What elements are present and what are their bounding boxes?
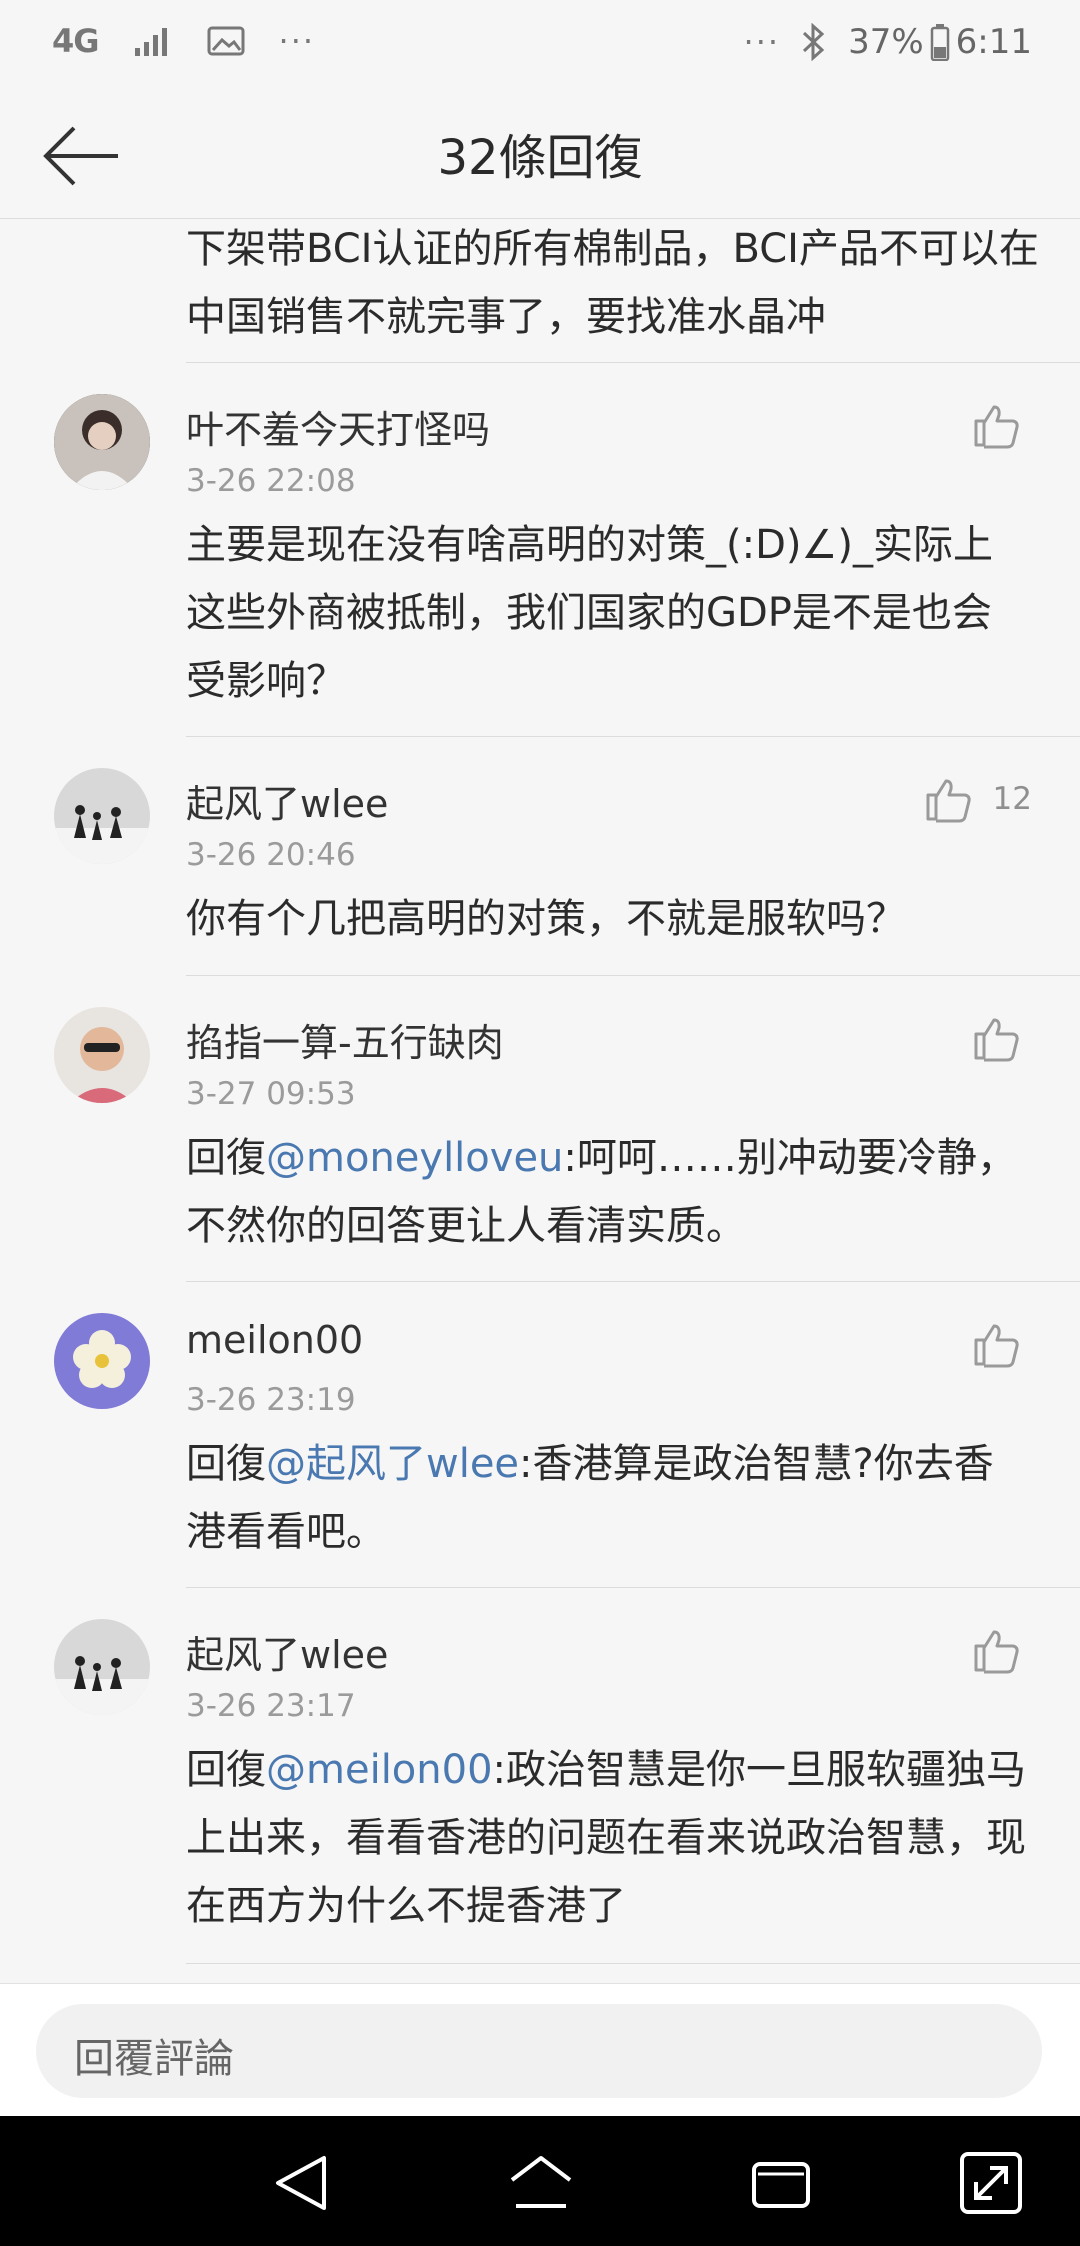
reply-prefix: 回復	[186, 1747, 266, 1793]
status-bar: 4G ··· ··· 37% 6:11	[0, 0, 1080, 90]
header: 32條回復	[0, 90, 1080, 219]
battery-icon	[930, 24, 949, 61]
comment-text: 主要是现在没有啥高明的对策_(:D)∠)_实际上这些外商被抵制，我们国家的GDP…	[186, 522, 993, 704]
avatar[interactable]	[54, 394, 150, 490]
comment-item: meilon00 3-26 23:19 回復@起风了wlee:香港算是政治智慧?…	[0, 1282, 1080, 1588]
username[interactable]: 掐指一算-五行缺肉	[186, 1012, 504, 1067]
avatar[interactable]	[54, 768, 150, 864]
clock: 6:11	[955, 22, 1032, 62]
comment-text: 回復@起风了wlee:香港算是政治智慧?你去香港看看吧。	[186, 1430, 1030, 1566]
thumbs-up-icon[interactable]	[922, 773, 974, 825]
mention-link[interactable]: @起风了wlee	[266, 1441, 519, 1487]
mention-link[interactable]: @moneylloveu	[266, 1135, 563, 1181]
username[interactable]: meilon00	[186, 1318, 363, 1362]
comment-time: 3-26 23:19	[186, 1382, 356, 1418]
network-type: 4G	[52, 22, 100, 60]
reply-prefix: 回復	[186, 1135, 266, 1181]
avatar[interactable]	[54, 1313, 150, 1409]
comment-time: 3-26 20:46	[186, 837, 356, 873]
comment-text: 回復@meilon00:政治智慧是你一旦服软疆独马上出来，看看香港的问题在看来说…	[186, 1736, 1030, 1940]
username[interactable]: 起风了wlee	[186, 773, 388, 828]
status-more-dots-right: ···	[743, 23, 781, 61]
comment-time: 3-27 09:53	[186, 1076, 356, 1112]
reply-prefix: 回復	[186, 1441, 266, 1487]
thumbs-up-icon[interactable]	[970, 1012, 1022, 1064]
comment-time: 3-26 23:17	[186, 1688, 356, 1724]
system-nav-bar	[0, 2116, 1080, 2246]
comment-item: 起风了wlee 3-26 20:46 12 你有个几把高明的对策，不就是服软吗？	[0, 737, 1080, 976]
battery-percent: 37%	[848, 22, 924, 62]
comment-item: 起风了wlee 3-26 23:17 回復@meilon00:政治智慧是你一旦服…	[0, 1588, 1080, 1964]
comment-item: 叶不羞今天打怪吗 3-26 22:08 主要是现在没有啥高明的对策_(:D)∠)…	[0, 363, 1080, 737]
thumbs-up-icon[interactable]	[970, 1624, 1022, 1676]
avatar[interactable]	[54, 1007, 150, 1103]
comment-text: 你有个几把高明的对策，不就是服软吗？	[186, 896, 906, 942]
like-count: 12	[992, 781, 1032, 817]
username[interactable]: 叶不羞今天打怪吗	[186, 399, 490, 454]
image-icon	[207, 26, 245, 56]
avatar[interactable]	[54, 1619, 150, 1715]
back-triangle-icon[interactable]	[266, 2148, 336, 2218]
reply-placeholder: 回覆評論	[74, 2036, 234, 2082]
comment-list[interactable]: 下架带BCI认证的所有棉制品，BCI产品不可以在中国销售不就完事了，要找准水晶冲…	[0, 219, 1080, 1964]
thumbs-up-icon[interactable]	[970, 1318, 1022, 1370]
thumbs-up-icon[interactable]	[970, 399, 1022, 451]
comment-partial: 下架带BCI认证的所有棉制品，BCI产品不可以在中国销售不就完事了，要找准水晶冲	[0, 219, 1080, 363]
comment-text: 下架带BCI认证的所有棉制品，BCI产品不可以在中国销售不就完事了，要找准水晶冲	[186, 226, 1039, 340]
home-icon[interactable]	[506, 2148, 576, 2218]
page-title: 32條回復	[437, 130, 643, 186]
status-more-dots: ···	[278, 22, 316, 60]
divider	[186, 1963, 1080, 1964]
recents-icon[interactable]	[746, 2148, 816, 2218]
expand-icon[interactable]	[956, 2148, 1026, 2218]
mention-link[interactable]: @meilon00	[266, 1747, 493, 1793]
comment-time: 3-26 22:08	[186, 463, 356, 499]
comment-text: 回復@moneylloveu:呵呵……别冲动要冷静，不然你的回答更让人看清实质。	[186, 1124, 1030, 1260]
reply-input[interactable]: 回覆評論	[36, 2004, 1042, 2098]
reply-bar: 回覆評論	[0, 1983, 1080, 2117]
bluetooth-icon	[803, 23, 825, 61]
signal-icon	[134, 28, 167, 56]
comment-item: 掐指一算-五行缺肉 3-27 09:53 回復@moneylloveu:呵呵………	[0, 976, 1080, 1282]
username[interactable]: 起风了wlee	[186, 1624, 388, 1679]
